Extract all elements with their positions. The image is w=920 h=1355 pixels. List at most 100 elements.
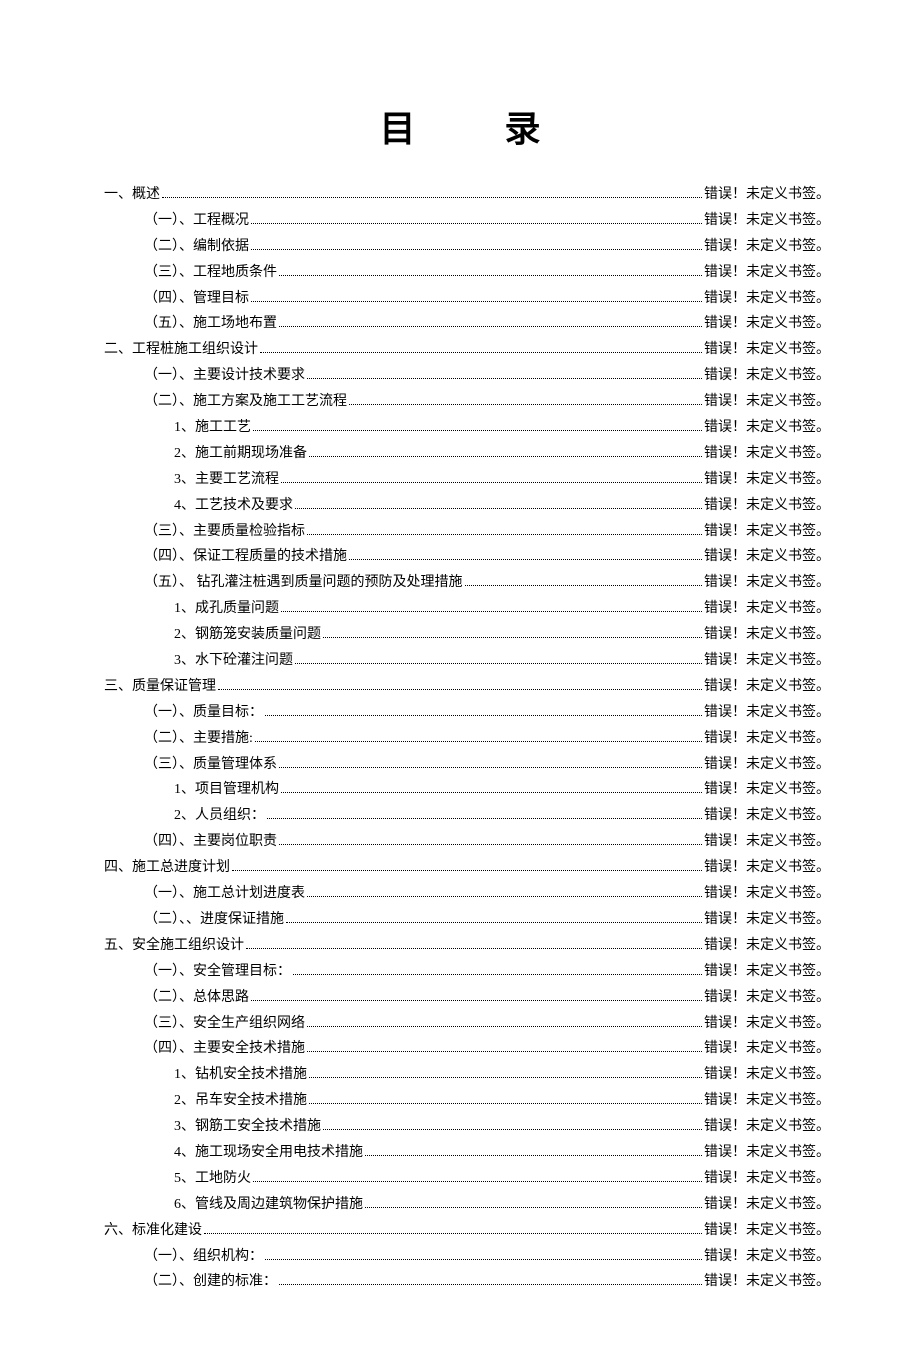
toc-entry-text: （一）、工程概况 [144, 208, 249, 234]
toc-entry-page: 错误！未定义书签。 [704, 234, 830, 260]
toc-entry-page: 错误！未定义书签。 [704, 1192, 830, 1218]
toc-entry-text: （四）、保证工程质量的技术措施 [144, 544, 347, 570]
toc-entry-page: 错误！未定义书签。 [704, 1140, 830, 1166]
toc-entry-page: 错误！未定义书签。 [704, 700, 830, 726]
toc-leader-dots [251, 1000, 702, 1001]
toc-entry-text: 6、管线及周边建筑物保护措施 [174, 1192, 363, 1218]
toc-leader-dots [260, 352, 702, 353]
toc-entry-page: 错误！未定义书签。 [704, 726, 830, 752]
toc-leader-dots [253, 430, 702, 431]
toc-leader-dots [307, 896, 702, 897]
toc-entry-text: （三）、工程地质条件 [144, 260, 277, 286]
toc-entry-page: 错误！未定义书签。 [704, 881, 830, 907]
toc-entry: （五）、 钻孔灌注桩遇到质量问题的预防及处理措施错误！未定义书签。 [90, 570, 830, 596]
toc-leader-dots [307, 534, 702, 535]
toc-entry: 1、项目管理机构 错误！未定义书签。 [90, 777, 830, 803]
toc-leader-dots [279, 767, 702, 768]
toc-entry-page: 错误！未定义书签。 [704, 519, 830, 545]
toc-entry: （三）、质量管理体系 错误！未定义书签。 [90, 752, 830, 778]
toc-entry-page: 错误！未定义书签。 [704, 1062, 830, 1088]
toc-leader-dots [265, 1259, 702, 1260]
toc-entry-text: （一）、安全管理目标： [144, 959, 291, 985]
toc-leader-dots [295, 663, 702, 664]
toc-entry: 4、施工现场安全用电技术措施错误！未定义书签。 [90, 1140, 830, 1166]
toc-entry: （一）、质量目标：错误！未定义书签。 [90, 700, 830, 726]
toc-entry: （三）、安全生产组织网络错误！未定义书签。 [90, 1011, 830, 1037]
toc-entry: （一）、工程概况 错误！未定义书签。 [90, 208, 830, 234]
toc-entry-text: 3、钢筋工安全技术措施 [174, 1114, 321, 1140]
toc-entry-text: 六、标准化建设 [104, 1218, 202, 1244]
toc-entry-page: 错误！未定义书签。 [704, 829, 830, 855]
toc-leader-dots [279, 1284, 702, 1285]
toc-entry: （一）、施工总计划进度表 错误！未定义书签。 [90, 881, 830, 907]
toc-entry: 3、主要工艺流程错误！未定义书签。 [90, 467, 830, 493]
toc-entry-page: 错误！未定义书签。 [704, 1244, 830, 1270]
toc-entry-page: 错误！未定义书签。 [704, 311, 830, 337]
toc-entry-page: 错误！未定义书签。 [704, 1036, 830, 1062]
toc-leader-dots [309, 456, 702, 457]
toc-entry-page: 错误！未定义书签。 [704, 570, 830, 596]
toc-entry-page: 错误！未定义书签。 [704, 337, 830, 363]
toc-entry-text: 5、工地防火 [174, 1166, 251, 1192]
toc-entry-page: 错误！未定义书签。 [704, 1088, 830, 1114]
toc-entry: （四）、保证工程质量的技术措施错误！未定义书签。 [90, 544, 830, 570]
toc-leader-dots [309, 1077, 702, 1078]
toc-entry: 2、施工前期现场准备错误！未定义书签。 [90, 441, 830, 467]
toc-leader-dots [246, 948, 702, 949]
toc-leader-dots [307, 1051, 702, 1052]
toc-entry-page: 错误！未定义书签。 [704, 959, 830, 985]
toc-leader-dots [279, 326, 702, 327]
toc-entry-text: 五、安全施工组织设计 [104, 933, 244, 959]
toc-leader-dots [365, 1155, 702, 1156]
toc-entry-text: 三、质量保证管理 [104, 674, 216, 700]
toc-entry: （二）、、进度保证措施错误！未定义书签。 [90, 907, 830, 933]
toc-leader-dots [293, 974, 702, 975]
toc-entry-text: 1、项目管理机构 [174, 777, 279, 803]
toc-entry: 六、标准化建设错误！未定义书签。 [90, 1218, 830, 1244]
toc-entry: 2、吊车安全技术措施错误！未定义书签。 [90, 1088, 830, 1114]
toc-entry-page: 错误！未定义书签。 [704, 208, 830, 234]
toc-entry: 5、工地防火 错误！未定义书签。 [90, 1166, 830, 1192]
toc-entry-page: 错误！未定义书签。 [704, 855, 830, 881]
toc-leader-dots [281, 611, 702, 612]
toc-entry: （二）、编制依据错误！未定义书签。 [90, 234, 830, 260]
toc-entry-text: 二、工程桩施工组织设计 [104, 337, 258, 363]
toc-leader-dots [251, 249, 702, 250]
toc-entry-page: 错误！未定义书签。 [704, 493, 830, 519]
toc-entry-page: 错误！未定义书签。 [704, 752, 830, 778]
toc-entry-text: （二）、主要措施: [144, 726, 253, 752]
toc-leader-dots [251, 223, 702, 224]
page-title: 目 录 [90, 100, 830, 152]
toc-leader-dots [265, 715, 702, 716]
toc-entry: （二）、总体思路错误！未定义书签。 [90, 985, 830, 1011]
toc-entry-text: （五）、施工场地布置 [144, 311, 277, 337]
toc-entry-text: （二）、创建的标准： [144, 1269, 277, 1295]
toc-leader-dots [204, 1233, 702, 1234]
toc-leader-dots [251, 301, 702, 302]
toc-entry: 2、人员组织：错误！未定义书签。 [90, 803, 830, 829]
toc-entry: 三、质量保证管理 错误！未定义书签。 [90, 674, 830, 700]
toc-entry: 6、管线及周边建筑物保护措施 错误！未定义书签。 [90, 1192, 830, 1218]
toc-entry-text: （一）、施工总计划进度表 [144, 881, 305, 907]
toc-entry-text: （三）、质量管理体系 [144, 752, 277, 778]
toc-leader-dots [307, 378, 702, 379]
table-of-contents: 一、概述错误！未定义书签。（一）、工程概况错误！未定义书签。（二）、编制依据错误… [90, 182, 830, 1295]
toc-entry-text: （二）、、进度保证措施 [144, 907, 284, 933]
toc-leader-dots [349, 404, 702, 405]
toc-entry-text: （三）、主要质量检验指标 [144, 519, 305, 545]
toc-entry: （四）、管理目标错误！未定义书签。 [90, 286, 830, 312]
toc-entry-page: 错误！未定义书签。 [704, 363, 830, 389]
toc-leader-dots [323, 637, 702, 638]
toc-entry-text: （二）、施工方案及施工工艺流程 [144, 389, 347, 415]
toc-entry: （四）、主要岗位职责 错误！未定义书签。 [90, 829, 830, 855]
toc-entry-page: 错误！未定义书签。 [704, 1166, 830, 1192]
toc-entry-text: （四）、主要岗位职责 [144, 829, 277, 855]
toc-leader-dots [281, 482, 702, 483]
toc-leader-dots [218, 689, 702, 690]
toc-leader-dots [267, 818, 702, 819]
toc-leader-dots [286, 922, 702, 923]
toc-entry-page: 错误！未定义书签。 [704, 777, 830, 803]
toc-entry-page: 错误！未定义书签。 [704, 674, 830, 700]
toc-entry: 1、成孔质量问题错误！未定义书签。 [90, 596, 830, 622]
toc-entry-text: （二）、总体思路 [144, 985, 249, 1011]
